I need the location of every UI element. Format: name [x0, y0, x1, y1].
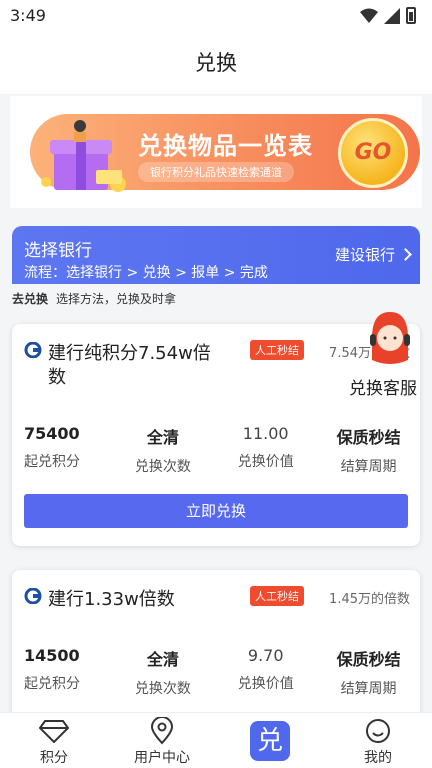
page-title: 兑换	[195, 51, 237, 75]
ccb-logo-icon	[24, 342, 42, 358]
page-header: 兑换	[0, 32, 432, 94]
signal-icon	[384, 7, 400, 24]
location-pin-icon	[150, 717, 174, 745]
tab-user-center[interactable]: 用户中心	[108, 713, 216, 768]
stat-min-points: 14500 起兑积分	[12, 646, 111, 698]
stat-label: 兑换价值	[237, 454, 294, 470]
ccb-logo-icon	[24, 588, 42, 604]
stat-min-points: 75400 起兑积分	[12, 424, 111, 476]
exchange-now-button[interactable]: 立即兑换	[24, 494, 408, 528]
tab-label: 我的	[364, 750, 392, 766]
stat-label: 起兑积分	[24, 454, 80, 470]
tab-label: 用户中心	[134, 750, 190, 766]
exchange-card[interactable]: 建行1.33w倍数 人工秒结 1.45万的倍数 14500 起兑积分 全清 兑换…	[12, 570, 420, 730]
bank-selector-title: 选择银行	[24, 241, 92, 261]
smile-icon	[366, 719, 390, 743]
selected-bank[interactable]: 建设银行	[334, 244, 412, 265]
customer-service-icon	[370, 312, 410, 364]
stat-value: 75400	[24, 424, 80, 443]
banner-subtitle: 银行积分礼品快速检索通道	[138, 162, 294, 182]
chevron-right-icon	[399, 248, 412, 261]
stat-times: 全清 兑换次数	[111, 424, 214, 476]
stat-value: 11.00	[242, 424, 289, 443]
status-bar: 3:49	[0, 0, 432, 32]
stat-label: 兑换次数	[134, 459, 191, 475]
hint-strong: 去兑换	[12, 292, 49, 306]
bank-selector[interactable]: 选择银行 流程：选择银行 > 兑换 > 报单 > 完成 建设银行	[12, 226, 420, 284]
stat-value: 保质秒结	[336, 428, 401, 447]
card-name: 建行纯积分7.54w倍数	[48, 343, 211, 388]
stat-value: 保质秒结	[336, 650, 401, 669]
stat-label: 兑换次数	[134, 681, 191, 697]
card-name: 建行1.33w倍数	[48, 589, 175, 610]
status-time: 3:49	[10, 6, 46, 25]
selected-bank-label: 建设银行	[334, 246, 395, 264]
diamond-icon	[39, 720, 69, 743]
tab-exchange[interactable]: 兑	[216, 713, 324, 768]
battery-icon	[406, 7, 416, 24]
card-tag: 人工秒结	[250, 340, 304, 360]
stat-period: 保质秒结 结算周期	[317, 646, 420, 698]
stat-period: 保质秒结 结算周期	[317, 424, 420, 476]
stat-value: 全清	[146, 650, 179, 669]
stat-value: 9.70	[247, 646, 284, 665]
card-stats: 75400 起兑积分 全清 兑换次数 11.00 兑换价值 保质秒结 结算周期	[12, 424, 420, 476]
exchange-catalog-banner[interactable]: 兑换物品一览表 银行积分礼品快速检索通道 GO	[10, 96, 422, 208]
stat-value-price: 11.00 兑换价值	[214, 424, 317, 476]
gift-box-icon	[41, 120, 126, 192]
customer-service-label: 兑换客服	[349, 379, 417, 399]
stat-label: 结算周期	[340, 681, 397, 697]
tab-mine[interactable]: 我的	[324, 713, 432, 768]
stat-value: 14500	[24, 646, 80, 665]
wifi-icon	[360, 8, 378, 23]
stat-label: 兑换价值	[237, 676, 294, 692]
tab-points[interactable]: 积分	[0, 713, 108, 768]
go-button[interactable]: GO	[338, 118, 408, 188]
stat-label: 起兑积分	[24, 676, 80, 692]
customer-service-button[interactable]: 兑换客服	[346, 308, 432, 400]
card-stats: 14500 起兑积分 全清 兑换次数 9.70 兑换价值 保质秒结 结算周期	[12, 646, 420, 698]
card-tag: 人工秒结	[250, 586, 304, 606]
go-label: GO	[354, 140, 392, 165]
bottom-tab-bar: 积分 用户中心 兑 我的	[0, 712, 432, 768]
process-flow: 流程：选择银行 > 兑换 > 报单 > 完成	[24, 265, 268, 281]
tab-label: 积分	[40, 750, 68, 766]
stat-times: 全清 兑换次数	[111, 646, 214, 698]
card-multiple: 1.45万的倍数	[329, 592, 410, 607]
stat-value-price: 9.70 兑换价值	[214, 646, 317, 698]
banner-title: 兑换物品一览表	[138, 132, 313, 160]
stat-label: 结算周期	[340, 459, 397, 475]
stat-value: 全清	[146, 428, 179, 447]
status-icons	[360, 7, 416, 24]
hint-text: 选择方法，兑换及时拿	[56, 292, 177, 306]
exchange-hint: 去兑换 选择方法，兑换及时拿	[12, 290, 176, 307]
exchange-icon: 兑	[250, 721, 290, 761]
